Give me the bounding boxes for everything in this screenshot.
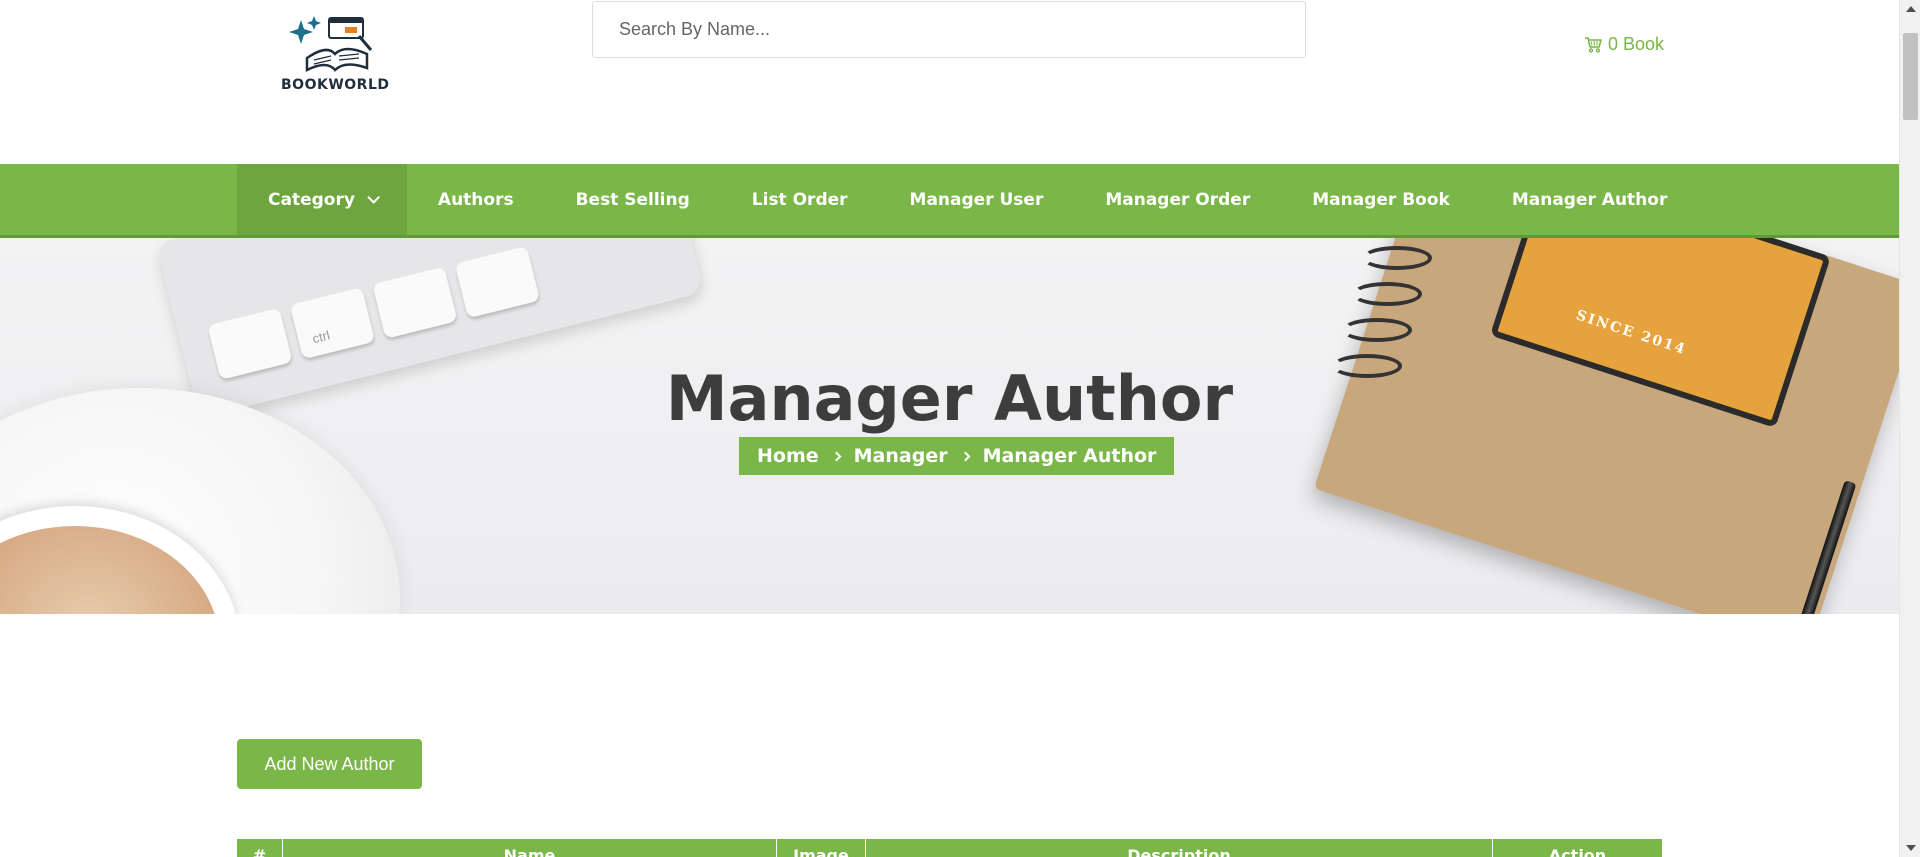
arrow-down-icon xyxy=(1905,845,1916,851)
scrollbar-thumb[interactable] xyxy=(1903,33,1918,120)
book-logo-icon xyxy=(289,16,373,73)
key-label: ctrl xyxy=(310,327,332,347)
arrow-up-icon xyxy=(1905,6,1916,12)
nav-best-selling[interactable]: Best Selling xyxy=(545,164,721,235)
site-logo[interactable]: BOOKWORLD xyxy=(281,14,390,98)
notebook-text: SINCE 2014 xyxy=(1573,307,1689,359)
nav-category[interactable]: Category xyxy=(237,164,407,235)
nav-item-label: Category xyxy=(268,189,355,210)
cart-count: 0 Book xyxy=(1608,33,1665,54)
chevron-right-icon xyxy=(960,451,971,461)
page: BOOKWORLD 0 Book Category Authors Best S… xyxy=(0,0,1899,857)
page-title: Manager Author xyxy=(665,362,1234,435)
chevron-right-icon xyxy=(831,451,842,461)
main-nav: Category Authors Best Selling List Order… xyxy=(0,164,1899,238)
nav-manager-order[interactable]: Manager Order xyxy=(1074,164,1281,235)
column-header-image: Image xyxy=(777,839,866,857)
scroll-up-button[interactable] xyxy=(1900,0,1920,18)
authors-table-header: # Name Image Description Action xyxy=(237,839,1662,857)
logo-text: BOOKWORLD xyxy=(281,77,390,93)
nav-manager-book[interactable]: Manager Book xyxy=(1281,164,1481,235)
cart-icon xyxy=(1585,36,1602,53)
nav-manager-user[interactable]: Manager User xyxy=(879,164,1075,235)
column-header-index: # xyxy=(237,839,283,857)
nav-list-order[interactable]: List Order xyxy=(721,164,879,235)
breadcrumb-manager[interactable]: Manager xyxy=(854,445,948,467)
chevron-down-icon xyxy=(367,191,380,204)
column-header-action: Action xyxy=(1548,846,1607,857)
breadcrumb: Home Manager Manager Author xyxy=(739,437,1175,475)
breadcrumb-current: Manager Author xyxy=(982,445,1157,467)
search-input[interactable] xyxy=(592,1,1306,58)
nav-authors[interactable]: Authors xyxy=(407,164,545,235)
nav-manager-author[interactable]: Manager Author xyxy=(1481,164,1699,235)
scroll-down-button[interactable] xyxy=(1900,839,1920,857)
cart-link[interactable]: 0 Book xyxy=(1584,32,1664,56)
column-header-description: Description xyxy=(866,839,1493,857)
add-new-author-button[interactable]: Add New Author xyxy=(237,739,422,789)
breadcrumb-home[interactable]: Home xyxy=(757,445,819,467)
vertical-scrollbar[interactable] xyxy=(1899,0,1920,857)
site-header: BOOKWORLD 0 Book xyxy=(0,0,1899,164)
column-header-name: Name xyxy=(283,839,777,857)
